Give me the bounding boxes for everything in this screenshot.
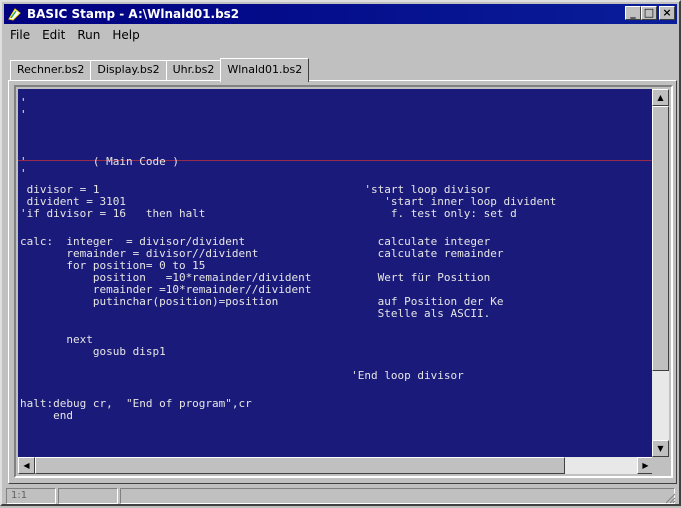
horizontal-scrollbar[interactable]: ◀ ▶ — [18, 457, 654, 474]
status-position: 1:1 — [6, 488, 56, 504]
status-field-2 — [58, 488, 118, 504]
tab-rechner[interactable]: Rechner.bs2 — [10, 60, 92, 80]
code-text-area[interactable]: ' ' ' ( Main Code ) ' divisor = 1 'start lo… — [18, 89, 654, 457]
vertical-scrollbar[interactable]: ▲ ▼ — [652, 89, 669, 457]
menu-help[interactable]: Help — [106, 28, 145, 42]
minimize-button[interactable]: _ — [625, 6, 641, 20]
window-title: BASIC Stamp - A:\Wlnald01.bs2 — [27, 7, 240, 21]
menu-bar: File Edit Run Help — [4, 25, 677, 44]
code-line: ' ( Main Code ) — [20, 155, 179, 168]
file-tabs: Rechner.bs2 Display.bs2 Uhr.bs2 Wlnald01… — [10, 58, 310, 82]
tab-wlnald01[interactable]: Wlnald01.bs2 — [220, 58, 310, 82]
scroll-down-icon[interactable]: ▼ — [652, 440, 669, 457]
code-line: 'if divisor = 16 then halt f. test only:… — [20, 207, 517, 220]
code-line: ' — [20, 167, 27, 180]
code-line: gosub disp1 — [20, 345, 166, 358]
vertical-scroll-thumb[interactable] — [652, 106, 669, 371]
resize-grip-icon[interactable] — [664, 489, 676, 504]
code-editor: ' ' ' ( Main Code ) ' divisor = 1 'start lo… — [14, 85, 673, 478]
code-line: end — [20, 409, 73, 422]
code-line: Stelle als ASCII. — [20, 307, 491, 320]
horizontal-scroll-thumb[interactable] — [35, 457, 565, 474]
status-field-3 — [120, 488, 675, 504]
app-icon — [7, 6, 23, 22]
main-window: BASIC Stamp - A:\Wlnald01.bs2 _ □ × File… — [0, 0, 681, 506]
status-bar: 1:1 — [6, 488, 677, 504]
tab-uhr[interactable]: Uhr.bs2 — [165, 60, 222, 80]
menu-run[interactable]: Run — [71, 28, 106, 42]
title-bar[interactable]: BASIC Stamp - A:\Wlnald01.bs2 _ □ × — [4, 4, 677, 24]
code-line: ' — [20, 108, 27, 121]
scroll-corner — [652, 457, 669, 474]
maximize-button[interactable]: □ — [641, 6, 657, 20]
scroll-up-icon[interactable]: ▲ — [652, 89, 669, 106]
menu-edit[interactable]: Edit — [36, 28, 71, 42]
tab-display[interactable]: Display.bs2 — [90, 60, 167, 80]
menu-file[interactable]: File — [4, 28, 36, 42]
code-line: 'End loop divisor — [20, 369, 464, 382]
close-button[interactable]: × — [659, 6, 675, 20]
scroll-left-icon[interactable]: ◀ — [18, 457, 35, 474]
